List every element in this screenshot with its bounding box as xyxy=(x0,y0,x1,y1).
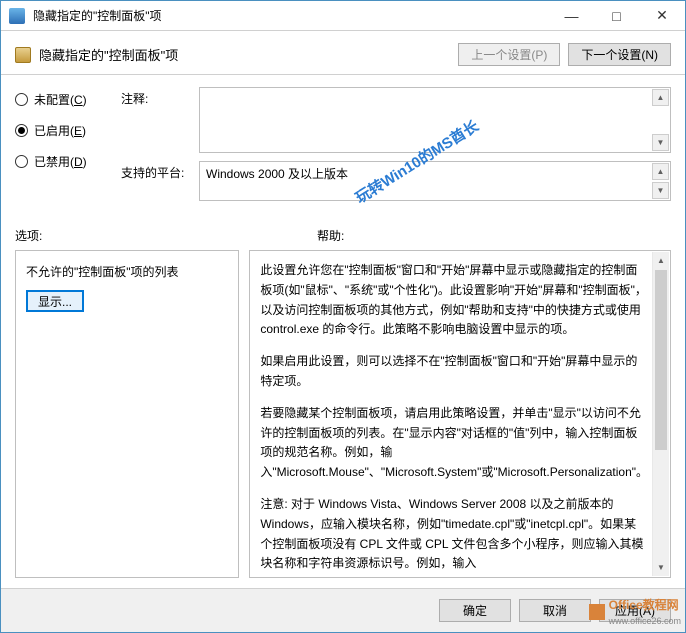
apply-button[interactable]: 应用(A) xyxy=(599,599,671,622)
radio-icon xyxy=(15,124,28,137)
platform-box: Windows 2000 及以上版本 ▲ ▼ xyxy=(199,161,671,201)
state-radio-group: 未配置(C) 已启用(E) 已禁用(D) xyxy=(15,87,111,209)
platform-value: Windows 2000 及以上版本 xyxy=(206,167,348,181)
scroll-thumb[interactable] xyxy=(655,270,667,450)
close-button[interactable]: ✕ xyxy=(639,1,685,30)
help-text: 此设置允许您在"控制面板"窗口和"开始"屏幕中显示或隐藏指定的控制面板项(如"鼠… xyxy=(250,251,670,577)
scroll-down-icon[interactable]: ▼ xyxy=(652,182,669,199)
comment-label: 注释: xyxy=(121,87,199,153)
radio-enabled[interactable]: 已启用(E) xyxy=(15,122,111,139)
comment-textarea[interactable]: ▲ ▼ xyxy=(199,87,671,153)
options-panel: 不允许的"控制面板"项的列表 显示... xyxy=(15,250,239,578)
minimize-button[interactable]: — xyxy=(549,1,594,30)
header-bar: 隐藏指定的"控制面板"项 上一个设置(P) 下一个设置(N) xyxy=(1,31,685,75)
dialog-footer: 确定 取消 应用(A) xyxy=(1,588,685,632)
scroll-down-icon[interactable]: ▼ xyxy=(653,559,669,576)
app-icon xyxy=(9,8,25,24)
disallowed-list-label: 不允许的"控制面板"项的列表 xyxy=(26,263,179,280)
next-setting-button[interactable]: 下一个设置(N) xyxy=(568,43,671,66)
help-panel: 此设置允许您在"控制面板"窗口和"开始"屏幕中显示或隐藏指定的控制面板项(如"鼠… xyxy=(249,250,671,578)
ok-button[interactable]: 确定 xyxy=(439,599,511,622)
radio-icon xyxy=(15,155,28,168)
show-button[interactable]: 显示... xyxy=(26,290,84,312)
radio-label: 已禁用(D) xyxy=(34,153,87,170)
header-title: 隐藏指定的"控制面板"项 xyxy=(39,45,450,64)
help-scrollbar[interactable]: ▲ ▼ xyxy=(652,252,669,576)
scroll-up-icon[interactable]: ▲ xyxy=(652,163,669,180)
scroll-down-icon[interactable]: ▼ xyxy=(652,134,669,151)
maximize-button[interactable]: □ xyxy=(594,1,639,30)
window-title: 隐藏指定的"控制面板"项 xyxy=(33,7,549,24)
title-bar: 隐藏指定的"控制面板"项 — □ ✕ xyxy=(1,1,685,31)
radio-label: 未配置(C) xyxy=(34,91,87,108)
options-label: 选项: xyxy=(15,227,317,244)
scroll-up-icon[interactable]: ▲ xyxy=(653,252,669,269)
radio-icon xyxy=(15,93,28,106)
scroll-up-icon[interactable]: ▲ xyxy=(652,89,669,106)
prev-setting-button[interactable]: 上一个设置(P) xyxy=(458,43,560,66)
help-label: 帮助: xyxy=(317,227,344,244)
radio-not-configured[interactable]: 未配置(C) xyxy=(15,91,111,108)
cancel-button[interactable]: 取消 xyxy=(519,599,591,622)
policy-icon xyxy=(15,47,31,63)
radio-disabled[interactable]: 已禁用(D) xyxy=(15,153,111,170)
platform-label: 支持的平台: xyxy=(121,161,199,201)
radio-label: 已启用(E) xyxy=(34,122,86,139)
